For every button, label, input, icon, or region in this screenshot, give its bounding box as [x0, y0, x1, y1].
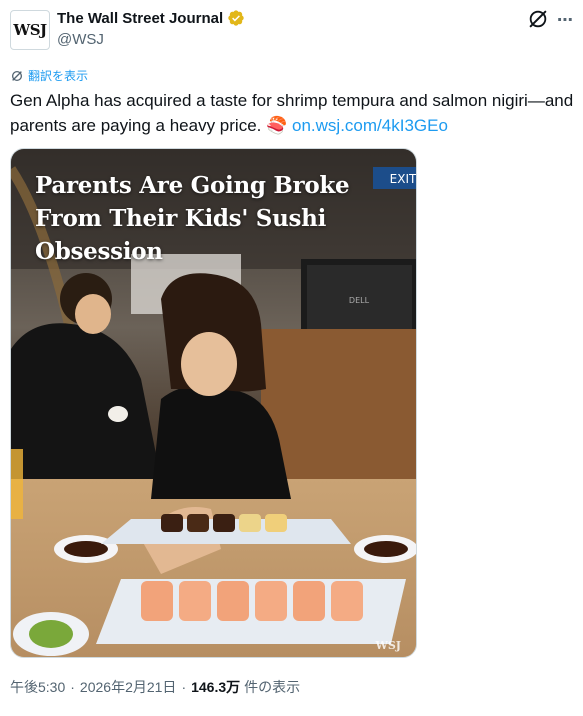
- grok-icon[interactable]: [527, 8, 549, 30]
- translate-label[interactable]: 翻訳を表示: [28, 67, 88, 84]
- display-name[interactable]: The Wall Street Journal: [57, 10, 223, 27]
- verified-badge-icon[interactable]: [227, 9, 245, 27]
- views-label: 件の表示: [244, 679, 301, 695]
- avatar-logo-text: WSJ: [13, 21, 47, 39]
- translate-link[interactable]: 翻訳を表示: [10, 67, 88, 84]
- handle[interactable]: @WSJ: [57, 31, 104, 48]
- author-name-row[interactable]: The Wall Street Journal: [57, 9, 245, 27]
- meta-separator: ·: [181, 679, 187, 695]
- avatar[interactable]: WSJ: [10, 10, 50, 50]
- more-icon[interactable]: ⋯: [557, 10, 574, 29]
- translate-icon: [11, 70, 23, 81]
- wsj-watermark: WSJ: [374, 639, 401, 652]
- views-count: 146.3万: [191, 679, 241, 695]
- image-headline: Parents Are Going Broke From Their Kids'…: [35, 172, 350, 265]
- sushi-emoji: 🍣: [266, 116, 288, 135]
- monitor-brand: DELL: [349, 296, 370, 305]
- tweet-meta: 午後5:30 · 2026年2月21日 · 146.3万 件の表示: [10, 677, 300, 697]
- tweet-image[interactable]: DELL EXIT WSJ Parents Are Going Broke Fr…: [10, 148, 417, 658]
- tweet-link[interactable]: on.wsj.com/4kI3GEo: [292, 116, 448, 135]
- tweet-text: Gen Alpha has acquired a taste for shrim…: [10, 88, 578, 138]
- post-date[interactable]: 2026年2月21日: [80, 677, 177, 697]
- post-time[interactable]: 午後5:30: [10, 677, 65, 697]
- meta-separator: ·: [70, 679, 75, 695]
